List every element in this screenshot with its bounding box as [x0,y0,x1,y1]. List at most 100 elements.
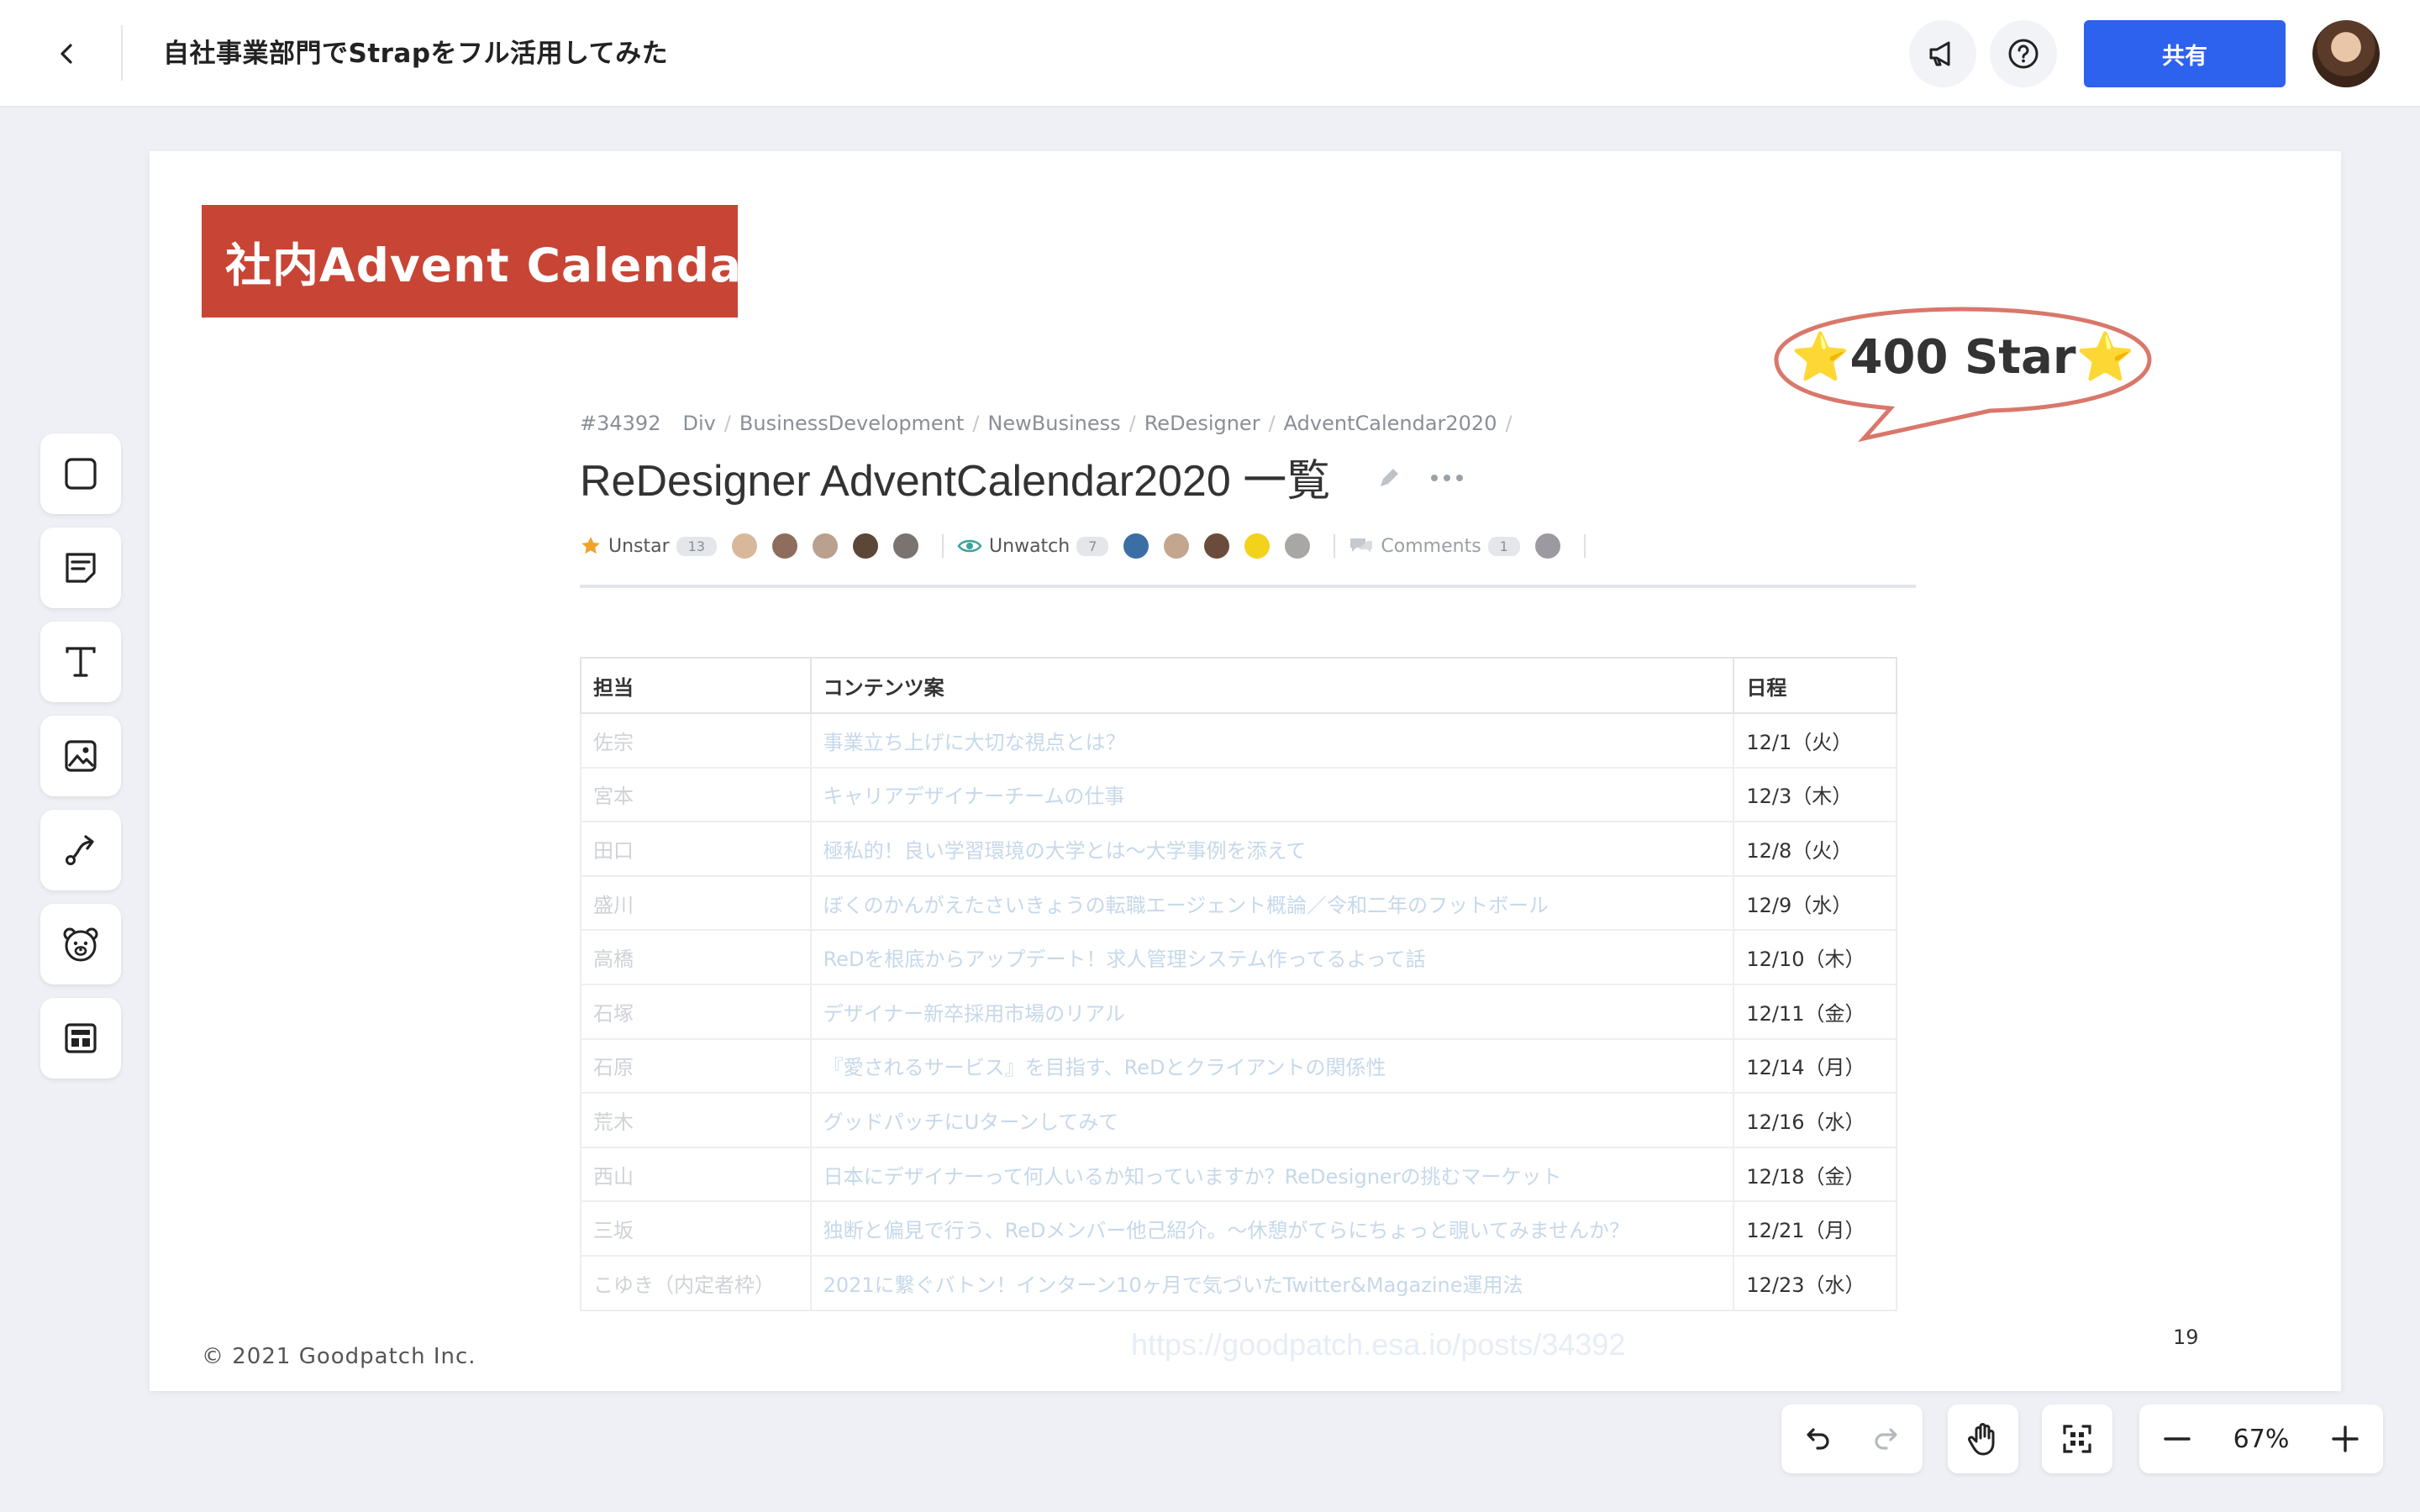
minus-icon [2164,1437,2191,1441]
chevron-left-icon [60,44,72,64]
square-icon [65,458,97,490]
assignee-cell: 石塚 [580,983,812,1040]
eye-icon [957,539,982,553]
column-header: コンテンツ案 [809,657,1735,714]
unstar-label: Unstar [608,535,670,557]
text-tool-button[interactable] [40,622,121,702]
divider [580,585,1916,588]
date-cell: 12/16（水） [1733,1092,1897,1148]
avatar [813,533,839,559]
assignee-cell: 石原 [580,1037,812,1095]
zoom-in-button[interactable] [2307,1404,2383,1473]
date-cell: 12/14（月） [1733,1037,1897,1095]
template-tool-button[interactable] [40,998,121,1079]
connector-tool-button[interactable] [40,810,121,890]
unwatch-label: Unwatch [989,535,1071,557]
undo-button[interactable] [1781,1404,1852,1473]
history-controls [1781,1404,1923,1473]
comments-icon [1350,538,1373,553]
assignee-cell: 西山 [580,1146,812,1203]
table-row: 石塚 デザイナー新卒採用市場のリアル 12/11（金） [580,983,1897,1040]
breadcrumb-item: #34392 [580,412,661,435]
image-tool-button[interactable] [40,716,121,796]
help-button[interactable] [1990,20,2057,87]
table-row: 佐宗 事業立ち上げに大切な視点とは？ 12/1（火） [580,712,1897,769]
document-title[interactable]: 自社事業部門でStrapをフル活用してみた [163,32,668,70]
esa-screenshot: #34392 Div / BusinessDevelopment / NewBusines… [580,412,1924,1352]
page-number: 19 [2173,1326,2199,1349]
announcement-button[interactable] [1909,20,1976,87]
content-cell: ReDを根底からアップデート！求人管理システム作ってるよって話 [809,929,1735,985]
date-cell: 12/8（火） [1733,821,1897,877]
content-cell: 事業立ち上げに大切な視点とは？ [809,712,1735,769]
watch-count: 7 [1076,536,1109,556]
date-cell: 12/10（木） [1733,929,1897,985]
table-row: 三坂 独断と偏見で行う、ReDメンバー他己紹介。〜休憩がてらにちょっと覗いてみませ… [580,1200,1897,1257]
star-icon: ⭐ [2075,330,2135,385]
megaphone-icon [1929,41,1950,66]
hand-icon [1968,1423,1995,1456]
fit-screen-button[interactable] [2042,1404,2112,1473]
avatar [893,533,919,559]
avatar [1164,533,1190,559]
assignee-cell: こゆき（内定者枠） [580,1254,812,1311]
image-icon [65,740,97,772]
date-cell: 12/11（金） [1733,983,1897,1040]
pan-tool-button[interactable] [1948,1404,2018,1473]
pencil-icon [1381,469,1398,486]
character-tool-button[interactable] [40,904,121,984]
ghost-url: https://goodpatch.esa.io/posts/34392 [1131,1327,1626,1362]
star-count-text: 400 Star [1849,330,2076,385]
table-row: 石原 『愛されるサービス』を目指す、ReDとクライアントの関係性 12/14（月） [580,1037,1897,1095]
top-header: 自社事業部門でStrapをフル活用してみた 共有 [0,0,2420,108]
sticky-note-tool-button[interactable] [40,528,121,608]
user-avatar[interactable] [2312,20,2380,87]
slide-banner: 社内Advent Calendar [202,205,765,318]
header-divider [121,25,123,81]
breadcrumb-item: BusinessDevelopment [739,412,965,435]
post-title: ReDesigner AdventCalendar2020 一覧 [580,457,1331,506]
date-cell: 12/18（金） [1733,1146,1897,1203]
redo-button[interactable] [1852,1404,1923,1473]
breadcrumb-item: AdventCalendar2020 [1283,412,1497,435]
avatar [1285,533,1311,559]
undo-icon [1807,1428,1829,1450]
content-cell: キャリアデザイナーチームの仕事 [809,766,1735,823]
content-cell: 独断と偏見で行う、ReDメンバー他己紹介。〜休憩がてらにちょっと覗いてみませんか… [809,1200,1735,1257]
text-icon [66,647,96,677]
column-header: 日程 [1733,657,1897,714]
breadcrumb-item: ReDesigner [1144,412,1260,435]
star-icon [581,537,600,554]
comments-count: 1 [1487,536,1520,556]
assignee-cell: 田口 [580,821,812,877]
assignee-cell: 荒木 [580,1092,812,1148]
date-cell: 12/23（水） [1733,1254,1897,1311]
star-count: 13 [676,536,718,556]
content-cell: 2021に繋ぐバトン！インターン10ヶ月で気づいたTwitter&Magazin… [809,1254,1735,1311]
content-cell: 『愛されるサービス』を目指す、ReDとクライアントの関係性 [809,1037,1735,1095]
avatar [772,533,798,559]
avatar [732,533,758,559]
date-cell: 12/21（月） [1733,1200,1897,1257]
avatar [853,533,879,559]
content-cell: グッドパッチにUターンしてみて [809,1092,1735,1148]
share-button[interactable]: 共有 [2084,20,2286,87]
comments-label: Comments [1381,535,1481,557]
assignee-cell: 高橋 [580,929,812,985]
table-row: 高橋 ReDを根底からアップデート！求人管理システム作ってるよって話 12/10（木… [580,929,1897,985]
table-row: 田口 極私的！良い学習環境の大学とは〜大学事例を添えて 12/8（火） [580,821,1897,877]
table-row: 荒木 グッドパッチにUターンしてみて 12/16（水） [580,1092,1897,1148]
avatar [1244,533,1270,559]
plus-icon [2332,1425,2359,1452]
bear-icon [63,927,98,962]
breadcrumb-item: Div [682,412,716,435]
back-button[interactable] [42,29,92,79]
zoom-out-button[interactable] [2139,1404,2215,1473]
post-meta: Unstar 13 Unwatch 7 Comments 1 [580,529,1599,563]
zoom-level: 67% [2233,1424,2290,1454]
advent-table: 担当 コンテンツ案 日程 佐宗 事業立ち上げに大切な視点とは？ 12/1（火） 宮本… [580,657,1897,1311]
avatar [1534,533,1560,559]
star-icon: ⭐ [1791,330,1850,385]
content-cell: 極私的！良い学習環境の大学とは〜大学事例を添えて [809,821,1735,877]
shape-tool-button[interactable] [40,433,121,514]
